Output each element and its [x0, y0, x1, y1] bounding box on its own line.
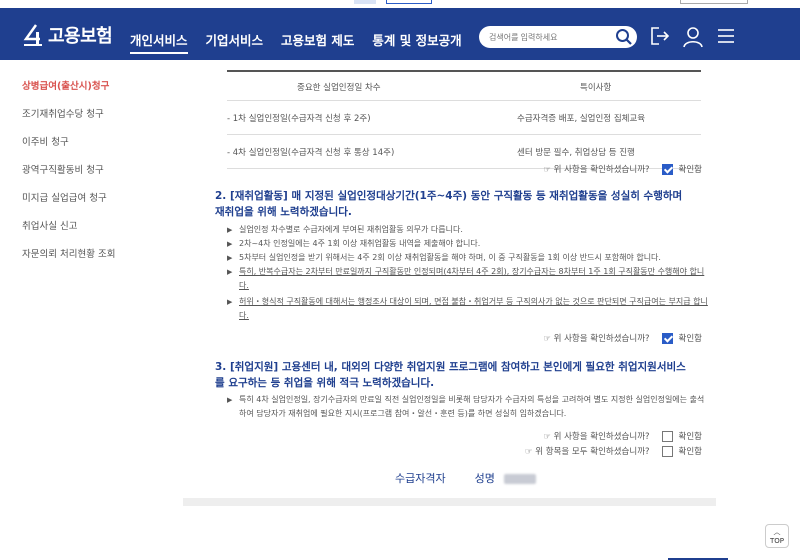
confirm-label: 확인함 — [678, 334, 702, 344]
signature-name-label: 성명 — [474, 472, 495, 485]
table-cell: - 1차 실업인정일(수급자격 신청 후 2주) — [227, 114, 371, 124]
table-header: 특이사항 — [580, 83, 612, 93]
confirm-label: 확인함 — [678, 165, 702, 175]
confirm-row-2: ☞ 위 사항을 확인하셨습니까? 확인함 — [543, 332, 702, 344]
main-menu: 개인서비스 기업서비스 고용보험 제도 통계 및 정보공개 — [130, 30, 480, 54]
bullet-icon: ▶ — [227, 298, 233, 306]
utility-bar — [0, 0, 800, 8]
confirm-checkbox[interactable] — [661, 332, 673, 344]
table-header: 중요한 실업인정일 차수 — [297, 83, 381, 93]
confirm-question: ☞ 위 사항을 확인하셨습니까? — [543, 432, 650, 442]
search-icon[interactable] — [615, 28, 633, 46]
confirm-label: 확인함 — [678, 432, 702, 442]
logout-icon[interactable] — [650, 26, 670, 46]
masked-name — [504, 474, 537, 484]
bullet-text: 특히, 반복수급자는 2차부터 만료일까지 구직활동만 인정되며(4차부터 4주… — [239, 267, 705, 290]
sidebar-item-sickness-benefit[interactable]: 상병급여(출산시)청구 — [22, 78, 109, 92]
utility-item[interactable] — [354, 0, 376, 4]
global-navigation: 고용보험 개인서비스 기업서비스 고용보험 제도 통계 및 정보공개 — [0, 8, 800, 60]
confirm-all-checkbox[interactable] — [661, 445, 673, 457]
bullet-icon: ▶ — [227, 268, 233, 276]
confirm-all-row: ☞ 위 항목을 모두 확인하셨습니까? 확인함 — [525, 445, 702, 457]
confirm-checkbox[interactable] — [661, 430, 673, 442]
scroll-top-button[interactable]: ︿ TOP — [765, 524, 789, 548]
search-box — [479, 26, 637, 48]
content-bottom-strip — [183, 498, 716, 506]
utility-select[interactable] — [680, 0, 748, 4]
search-input[interactable] — [489, 29, 607, 45]
menu-icon[interactable] — [716, 26, 736, 46]
pledge-form: 중요한 실업인정일 차수 특이사항 - 1차 실업인정일(수급자격 신청 후 2… — [183, 60, 716, 498]
bullet-text: 실업인정 차수별로 수급자에게 부여된 재취업활동 의무가 다릅니다. — [239, 225, 463, 234]
bullet-icon: ▶ — [227, 396, 233, 404]
logo-text: 고용보험 — [48, 26, 113, 47]
confirm-question: ☞ 위 사항을 확인하셨습니까? — [543, 165, 650, 175]
utility-item[interactable] — [386, 0, 432, 4]
bullet-text: 특히 4차 실업인정일, 장기수급자의 만료일 직전 실업인정일을 비롯해 담당… — [239, 395, 705, 418]
sidebar-item-wide-area-job-search[interactable]: 광역구직활동비 청구 — [22, 162, 104, 176]
bullet-icon: ▶ — [227, 240, 233, 248]
table-cell: - 4차 실업인정일(수급자격 신청 후 통상 14주) — [227, 148, 395, 158]
top-label: TOP — [769, 537, 784, 545]
sidebar: 상병급여(출산시)청구 조기재취업수당 청구 이주비 청구 광역구직활동비 청구… — [0, 60, 165, 560]
sidebar-item-early-reemployment[interactable]: 조기재취업수당 청구 — [22, 106, 104, 120]
confirm-checkbox[interactable] — [661, 163, 673, 175]
confirm-row-3: ☞ 위 사항을 확인하셨습니까? 확인함 — [543, 430, 702, 442]
logo[interactable]: 고용보험 — [22, 22, 113, 48]
confirm-all-question: ☞ 위 항목을 모두 확인하셨습니까? — [524, 447, 650, 457]
signature-line: 수급자격자 성명 — [395, 470, 537, 486]
section-2-title: 2. [재취업활동] 매 지정된 실업인정대상기간(1주~4주) 동안 구직활동… — [215, 190, 683, 218]
bullet-text: 2차~4차 인정일에는 4주 1회 이상 재취업활동 내역을 제출해야 합니다. — [239, 239, 481, 248]
nav-statistics[interactable]: 통계 및 정보공개 — [372, 30, 461, 54]
nav-insurance-system[interactable]: 고용보험 제도 — [281, 30, 354, 54]
section-3-title: 3. [취업지원] 고용센터 내, 대외의 다양한 취업지원 프로그램에 참여하… — [215, 361, 686, 389]
chevron-up-icon: ︿ — [773, 528, 781, 536]
nav-personal[interactable]: 개인서비스 — [130, 30, 188, 54]
sidebar-item-advisory-status[interactable]: 자문의뢰 처리현황 조회 — [22, 246, 115, 260]
bullet-icon: ▶ — [227, 254, 233, 262]
bullet-text: 5차부터 실업인정을 받기 위해서는 4주 2회 이상 재취업활동을 해야 하며… — [239, 253, 661, 262]
confirm-label: 확인함 — [678, 447, 702, 457]
nav-business[interactable]: 기업서비스 — [206, 30, 264, 54]
sidebar-item-relocation[interactable]: 이주비 청구 — [22, 134, 69, 148]
important-dates-table: 중요한 실업인정일 차수 특이사항 - 1차 실업인정일(수급자격 신청 후 2… — [227, 70, 701, 169]
signature-role: 수급자격자 — [395, 472, 446, 485]
confirm-row-1: ☞ 위 사항을 확인하셨습니까? 확인함 — [543, 163, 702, 175]
bullet-icon: ▶ — [227, 226, 233, 234]
table-header-row: 중요한 실업인정일 차수 특이사항 — [227, 72, 701, 101]
confirm-question: ☞ 위 사항을 확인하셨습니까? — [543, 334, 650, 344]
table-row: - 1차 실업인정일(수급자격 신청 후 2주) 수급자격증 배포, 실업인정 … — [227, 100, 701, 135]
logo-icon — [23, 24, 42, 46]
user-icon[interactable] — [682, 26, 704, 48]
bullet-text: 허위・형식적 구직활동에 대해서는 행정조사 대상이 되며, 면접 불참・취업거… — [239, 297, 708, 320]
table-cell: 수급자격증 배포, 실업인정 집체교육 — [517, 114, 646, 124]
table-cell: 센터 방문 필수, 취업상담 등 진행 — [517, 148, 635, 158]
sidebar-item-unpaid-benefit[interactable]: 미지급 실업급여 청구 — [22, 190, 107, 204]
sidebar-item-employment-report[interactable]: 취업사실 신고 — [22, 218, 77, 232]
